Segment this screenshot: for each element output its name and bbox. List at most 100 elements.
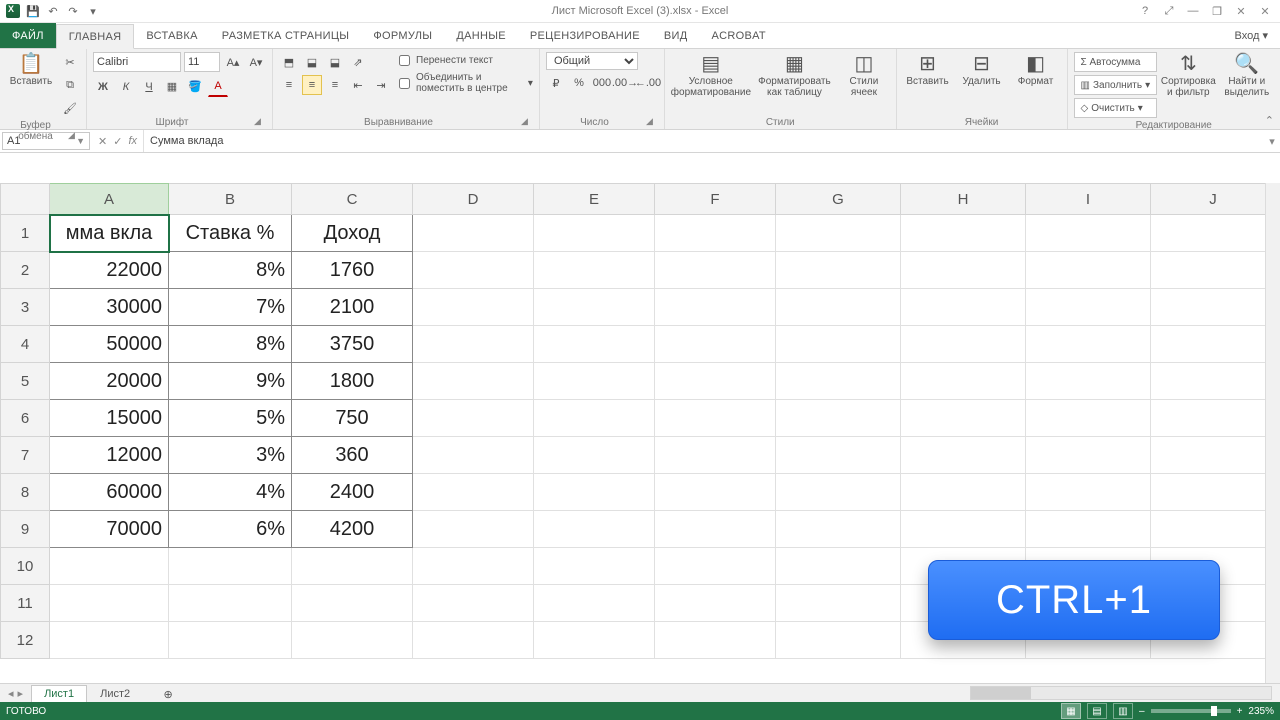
font-color-button[interactable]: A: [208, 76, 228, 97]
cell-A6[interactable]: 15000: [50, 400, 169, 437]
cell-D7[interactable]: [413, 437, 534, 474]
format-painter-button[interactable]: 🖌: [60, 98, 80, 118]
cell-I7[interactable]: [1026, 437, 1151, 474]
cell-B8[interactable]: 4%: [169, 474, 292, 511]
align-center-button[interactable]: ≡: [302, 75, 322, 95]
find-select-button[interactable]: 🔍Найти и выделить: [1220, 52, 1274, 100]
save-button[interactable]: 💾: [26, 4, 40, 18]
cell-J8[interactable]: [1151, 474, 1276, 511]
sheet-tab-2[interactable]: Лист2: [87, 685, 143, 702]
h-scroll-thumb[interactable]: [971, 687, 1031, 699]
cell-F11[interactable]: [655, 585, 776, 622]
col-header-J[interactable]: J: [1151, 184, 1276, 215]
cell-B5[interactable]: 9%: [169, 363, 292, 400]
cell-G6[interactable]: [776, 400, 901, 437]
row-header-11[interactable]: 11: [1, 585, 50, 622]
cell-B11[interactable]: [169, 585, 292, 622]
align-middle-button[interactable]: ⬓: [302, 52, 322, 72]
tab-review[interactable]: РЕЦЕНЗИРОВАНИЕ: [518, 23, 652, 48]
close-button[interactable]: ✕: [1230, 2, 1252, 20]
tab-data[interactable]: ДАННЫЕ: [444, 23, 518, 48]
orientation-button[interactable]: ⇗: [348, 52, 368, 72]
align-left-button[interactable]: ≡: [279, 75, 299, 95]
cell-E4[interactable]: [534, 326, 655, 363]
comma-format-button[interactable]: 000: [592, 73, 612, 93]
fill-button[interactable]: ▥Заполнить ▾: [1074, 75, 1158, 95]
border-button[interactable]: ▦: [162, 77, 182, 97]
cell-J3[interactable]: [1151, 289, 1276, 326]
cell-C1[interactable]: Доход: [292, 215, 413, 252]
maximize-button[interactable]: ❐: [1206, 2, 1228, 20]
accounting-format-button[interactable]: ₽: [546, 73, 566, 93]
autosum-button[interactable]: Σ Автосумма: [1074, 52, 1158, 72]
grow-font-button[interactable]: A▴: [223, 52, 243, 72]
align-top-button[interactable]: ⬒: [279, 52, 299, 72]
row-header-12[interactable]: 12: [1, 622, 50, 659]
cell-F7[interactable]: [655, 437, 776, 474]
alignment-dialog-launcher[interactable]: ◢: [521, 116, 533, 128]
undo-button[interactable]: ↶: [46, 4, 60, 18]
formula-bar[interactable]: Сумма вклада: [144, 130, 1264, 152]
format-cells-button[interactable]: ◧Формат: [1011, 52, 1061, 89]
help-button[interactable]: ?: [1134, 2, 1156, 20]
horizontal-scrollbar[interactable]: [970, 686, 1272, 700]
cell-I2[interactable]: [1026, 252, 1151, 289]
cell-A2[interactable]: 22000: [50, 252, 169, 289]
cell-D1[interactable]: [413, 215, 534, 252]
cell-I6[interactable]: [1026, 400, 1151, 437]
col-header-I[interactable]: I: [1026, 184, 1151, 215]
sheet-nav-next[interactable]: ▸: [18, 687, 24, 700]
cell-C12[interactable]: [292, 622, 413, 659]
cell-F2[interactable]: [655, 252, 776, 289]
cell-B4[interactable]: 8%: [169, 326, 292, 363]
cell-G8[interactable]: [776, 474, 901, 511]
cell-G2[interactable]: [776, 252, 901, 289]
cell-B10[interactable]: [169, 548, 292, 585]
cell-J4[interactable]: [1151, 326, 1276, 363]
italic-button[interactable]: К: [116, 77, 136, 97]
cell-C5[interactable]: 1800: [292, 363, 413, 400]
new-sheet-button[interactable]: ⊕: [143, 685, 193, 702]
cell-J7[interactable]: [1151, 437, 1276, 474]
cell-I1[interactable]: [1026, 215, 1151, 252]
cut-button[interactable]: ✂: [60, 52, 80, 72]
view-normal-button[interactable]: ▦: [1061, 703, 1081, 719]
copy-button[interactable]: ⧉: [60, 75, 80, 95]
cell-I9[interactable]: [1026, 511, 1151, 548]
cell-H9[interactable]: [901, 511, 1026, 548]
cell-I5[interactable]: [1026, 363, 1151, 400]
col-header-B[interactable]: B: [169, 184, 292, 215]
zoom-in-button[interactable]: +: [1237, 706, 1243, 717]
cell-B2[interactable]: 8%: [169, 252, 292, 289]
delete-cells-button[interactable]: ⊟Удалить: [957, 52, 1007, 89]
zoom-thumb[interactable]: [1211, 706, 1217, 716]
row-header-7[interactable]: 7: [1, 437, 50, 474]
cell-F9[interactable]: [655, 511, 776, 548]
cell-A9[interactable]: 70000: [50, 511, 169, 548]
cell-C11[interactable]: [292, 585, 413, 622]
cell-G1[interactable]: [776, 215, 901, 252]
cell-J9[interactable]: [1151, 511, 1276, 548]
paste-button[interactable]: 📋 Вставить: [6, 52, 56, 89]
cell-A8[interactable]: 60000: [50, 474, 169, 511]
fill-color-button[interactable]: 🪣: [185, 77, 205, 97]
cell-D11[interactable]: [413, 585, 534, 622]
cell-B7[interactable]: 3%: [169, 437, 292, 474]
view-page-layout-button[interactable]: ▤: [1087, 703, 1107, 719]
cell-G3[interactable]: [776, 289, 901, 326]
cell-E7[interactable]: [534, 437, 655, 474]
row-header-6[interactable]: 6: [1, 400, 50, 437]
cell-A4[interactable]: 50000: [50, 326, 169, 363]
vertical-scrollbar[interactable]: [1265, 183, 1280, 684]
zoom-out-button[interactable]: –: [1139, 706, 1145, 717]
cell-H8[interactable]: [901, 474, 1026, 511]
decrease-decimal-button[interactable]: ←.00: [638, 73, 658, 93]
row-header-4[interactable]: 4: [1, 326, 50, 363]
tab-formulas[interactable]: ФОРМУЛЫ: [361, 23, 444, 48]
font-dialog-launcher[interactable]: ◢: [254, 116, 266, 128]
workbook-close-button[interactable]: ✕: [1254, 2, 1276, 20]
cell-H1[interactable]: [901, 215, 1026, 252]
cell-G9[interactable]: [776, 511, 901, 548]
cell-E5[interactable]: [534, 363, 655, 400]
font-size-select[interactable]: [184, 52, 220, 72]
